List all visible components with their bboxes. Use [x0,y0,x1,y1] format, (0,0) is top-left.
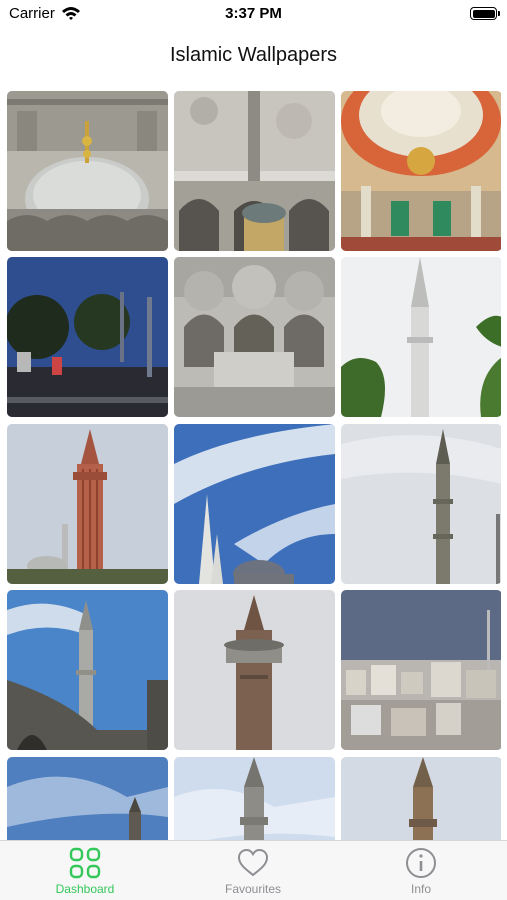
page-title: Islamic Wallpapers [169,44,338,66]
clock-label: 3:37 PM [225,5,282,22]
wallpaper-tile[interactable] [7,257,168,417]
heart-icon [237,848,269,877]
wallpaper-tile[interactable] [174,590,335,750]
wallpaper-tile[interactable] [174,424,335,584]
wallpaper-tile[interactable] [7,757,168,840]
status-bar: Carrier 3:37 PM [0,0,507,30]
wallpaper-tile[interactable] [7,424,168,584]
wallpaper-tile[interactable] [341,91,501,251]
wallpaper-grid [7,91,501,840]
wallpaper-tile[interactable] [341,424,501,584]
tab-label: Dashboard [55,882,115,896]
wallpaper-tile[interactable] [7,590,168,750]
tab-favourites[interactable]: Favourites [193,847,313,899]
battery-icon [470,7,500,20]
info-icon [406,848,436,878]
tab-dashboard[interactable]: Dashboard [25,847,145,899]
wallpaper-tile[interactable] [341,257,501,417]
wallpaper-tile[interactable] [174,757,335,840]
wallpaper-tile[interactable] [7,91,168,251]
tab-bar: Dashboard Favourites Info [0,840,507,900]
tab-label: Info [410,882,431,896]
tab-info[interactable]: Info [361,847,481,899]
wallpaper-tile[interactable] [174,91,335,251]
wallpaper-tile[interactable] [341,590,501,750]
tab-label: Favourites [224,882,282,896]
wallpaper-tile[interactable] [341,757,501,840]
wallpaper-tile[interactable] [174,257,335,417]
grid-icon [69,847,101,879]
